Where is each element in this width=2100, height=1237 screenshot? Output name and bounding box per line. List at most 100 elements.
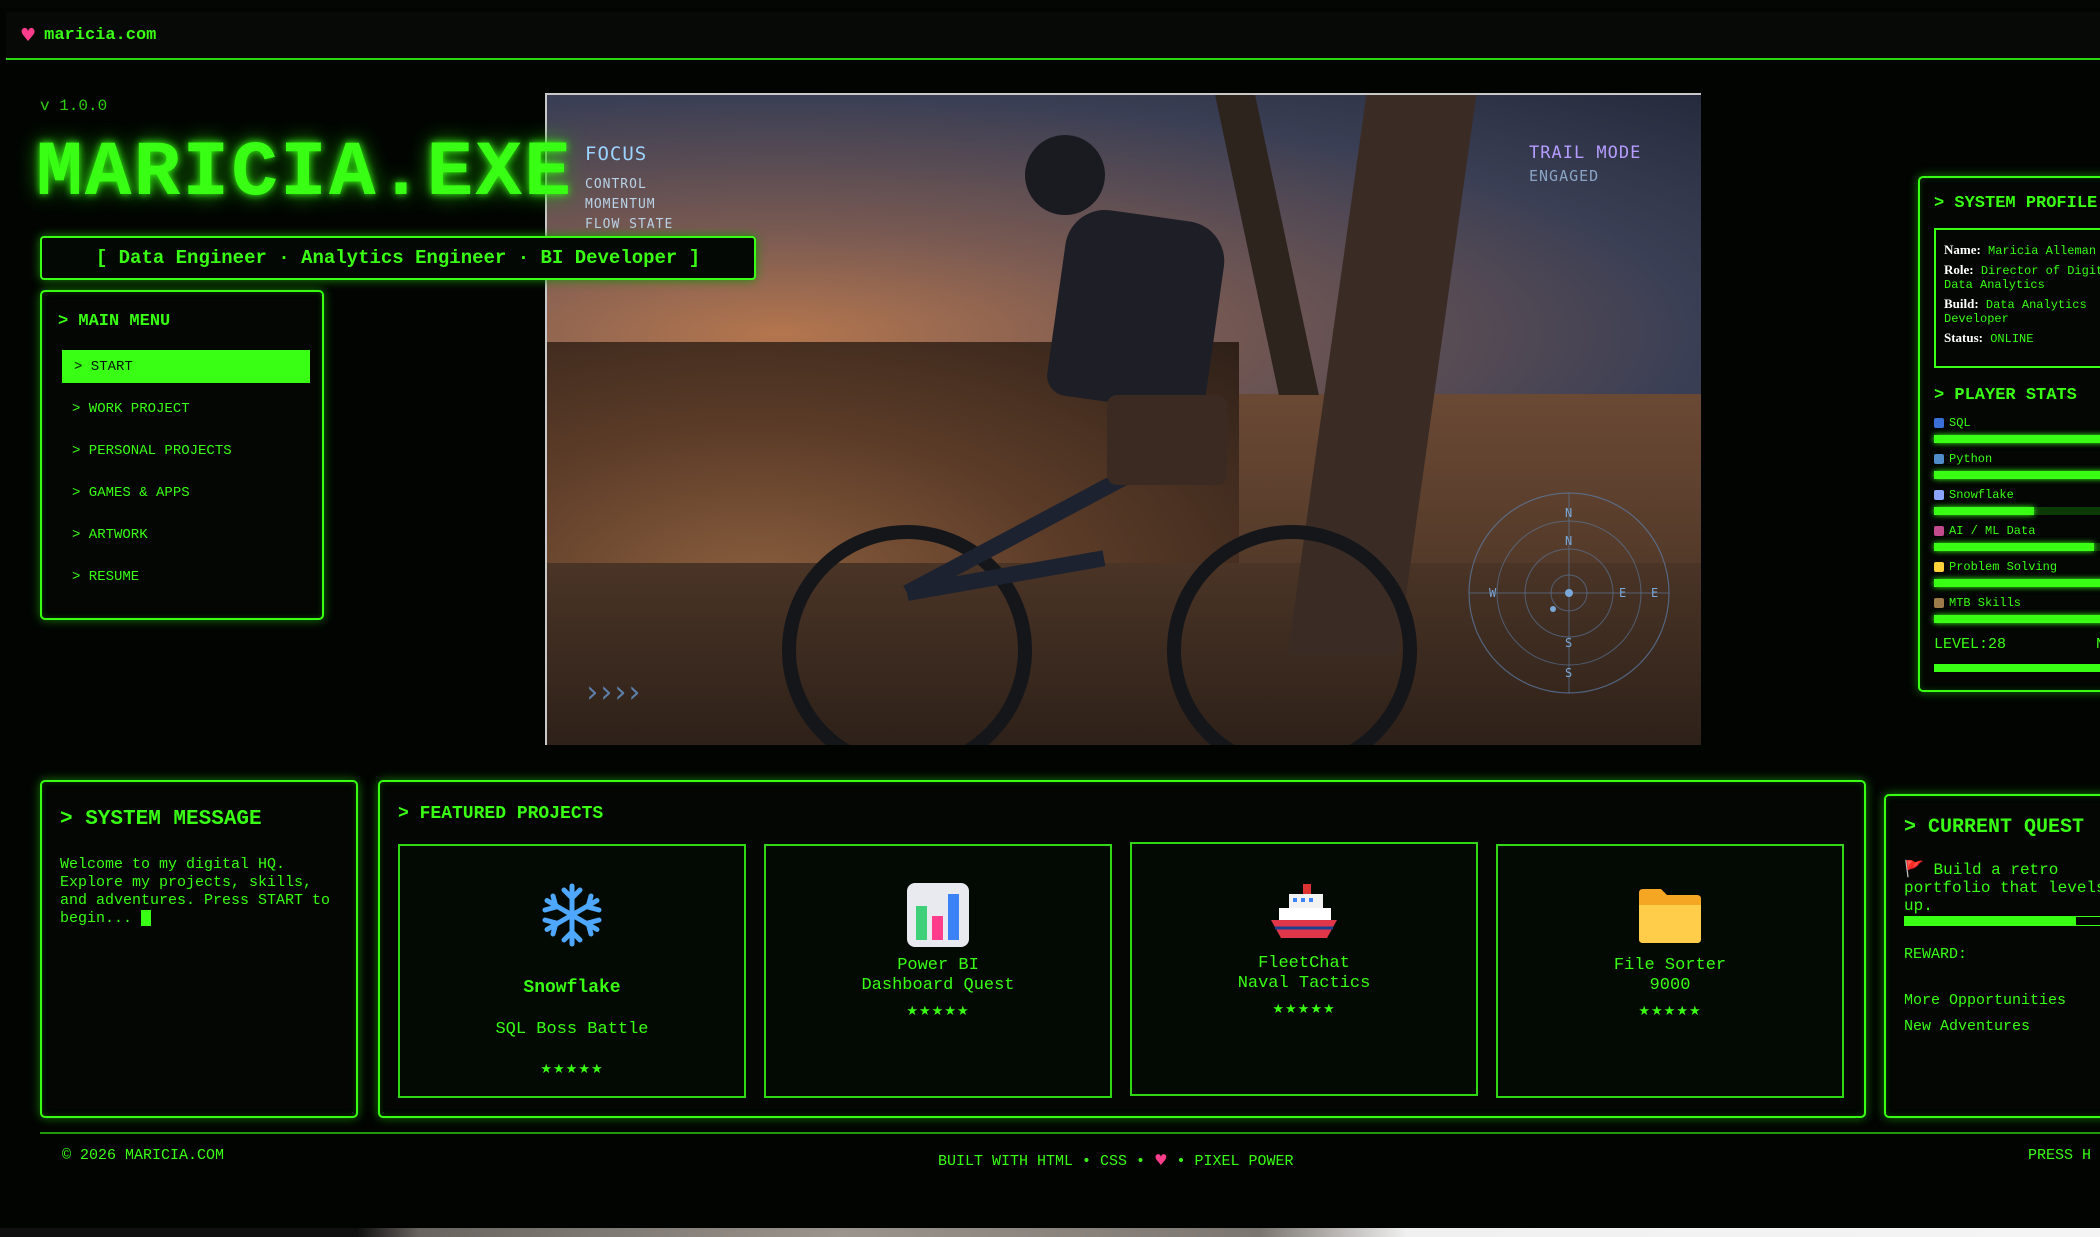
project-title: Snowflake (523, 978, 621, 998)
profile-build-value: Data Analytics (1985, 298, 2087, 312)
menu-item-resume[interactable]: > RESUME (62, 560, 310, 593)
stat-label: MTB Skills (1934, 596, 2100, 610)
hud-momentum: MOMENTUM (585, 197, 656, 212)
blinking-cursor (141, 910, 152, 927)
hud-trail-mode: TRAIL MODE (1529, 143, 1642, 163)
site-logo[interactable]: MARICIA.EXE (36, 130, 573, 218)
copyright: © 2026 MARICIA.COM (62, 1147, 225, 1164)
project-subtitle: SQL Boss Battle (495, 1020, 649, 1039)
project-card-fleetchat[interactable]: FleetChat Naval Tactics ★★★★★ (1130, 842, 1478, 1096)
level-value: LEVEL:28 (1934, 636, 2007, 653)
featured-projects-title: > FEATURED PROJECTS (398, 804, 604, 824)
profile-build-key: Build: (1944, 296, 1979, 311)
hud-flow-state: FLOW STATE (585, 217, 674, 232)
stat-label: Python (1934, 452, 2100, 466)
press-h-hint: PRESS H (2028, 1147, 2092, 1164)
browser-bar: ♥ maricia.com (6, 12, 2100, 60)
project-rating: ★★★★★ (906, 1004, 970, 1019)
compass-n2: N (1565, 534, 1572, 548)
stat-bar-fill (1934, 507, 2034, 515)
project-card-snowflake[interactable]: Snowflake SQL Boss Battle ★★★★★ (398, 844, 746, 1098)
flag-icon: 🚩 (1904, 859, 1924, 878)
footer-divider (40, 1132, 2100, 1134)
system-profile-title: > SYSTEM PROFILE (1934, 194, 2098, 213)
quest-progress-fill (1905, 917, 2076, 925)
heart-icon: ♥ (20, 24, 37, 46)
compass-s: S (1565, 636, 1572, 650)
hero-image: FOCUS CONTROL MOMENTUM FLOW STATE TRAIL … (545, 93, 1701, 745)
stat-bar (1934, 615, 2100, 623)
project-subtitle: 9000 (1649, 976, 1691, 995)
folder-icon (1498, 880, 1842, 950)
stat-sql: SQL (1934, 416, 2100, 443)
stat-icon (1934, 490, 1944, 500)
ship-icon (1132, 878, 1476, 948)
stat-bar-fill (1934, 471, 2100, 479)
main-menu-title: > MAIN MENU (58, 312, 171, 331)
stat-python: Python (1934, 452, 2100, 479)
stat-name: Python (1949, 452, 1993, 466)
menu-item-work-project[interactable]: > WORK PROJECT (62, 392, 310, 425)
stat-icon (1934, 454, 1944, 464)
profile-role-value: Director of Digital (1980, 264, 2100, 278)
profile-build-value-2: Developer (1944, 312, 2009, 326)
project-card-power-bi[interactable]: Power BI Dashboard Quest ★★★★★ (764, 844, 1112, 1098)
stat-bar (1934, 507, 2100, 515)
stat-problem-solving: Problem Solving (1934, 560, 2100, 587)
stat-name: AI / ML Data (1949, 524, 2036, 538)
main-menu: > MAIN MENU > START > WORK PROJECT > PER… (40, 290, 324, 620)
profile-name-value: Maricia Alleman (1988, 244, 2097, 258)
quest-goal: 🚩 Build a retro portfolio that levels up… (1904, 859, 2100, 916)
rider (1044, 204, 1230, 416)
stat-label: AI / ML Data (1934, 524, 2100, 538)
compass-e: E (1619, 586, 1626, 600)
stat-bar-fill (1934, 579, 2100, 587)
quest-progress-bar (1904, 916, 2100, 926)
current-quest-panel: > CURRENT QUEST 🚩 Build a retro portfoli… (1884, 794, 2100, 1118)
stat-name: SQL (1949, 416, 1971, 430)
stat-label: SQL (1934, 416, 2100, 430)
stat-name: Problem Solving (1949, 560, 2058, 574)
stat-bar (1934, 471, 2100, 479)
menu-item-personal-projects[interactable]: > PERSONAL PROJECTS (62, 434, 310, 467)
menu-item-start[interactable]: > START (62, 350, 310, 383)
stat-bar-fill (1934, 543, 2094, 551)
stat-label: Problem Solving (1934, 560, 2100, 574)
project-card-file-sorter[interactable]: File Sorter 9000 ★★★★★ (1496, 844, 1844, 1098)
hud-arrows: ›››› (583, 675, 643, 710)
quest-goal-text: Build a retro portfolio that levels up. (1904, 861, 2100, 915)
stat-name: Snowflake (1949, 488, 2014, 502)
stat-bar-fill (1934, 615, 2100, 623)
menu-item-artwork[interactable]: > ARTWORK (62, 518, 310, 551)
stat-icon (1934, 526, 1944, 536)
level-next: N (2096, 636, 2100, 653)
profile-role-key: Role: (1944, 262, 1974, 277)
project-subtitle: Dashboard Quest (861, 976, 1015, 995)
system-message-title: > SYSTEM MESSAGE (60, 808, 262, 831)
stat-icon (1934, 418, 1944, 428)
hud-control: CONTROL (585, 177, 647, 192)
profile-status-key: Status: (1944, 330, 1984, 345)
built-with: BUILT WITH HTML • CSS • ♥ • PIXEL POWER (938, 1151, 1294, 1170)
bottom-edge (0, 1228, 2100, 1237)
stat-bar-fill (1934, 435, 2100, 443)
menu-item-games-apps[interactable]: > GAMES & APPS (62, 476, 310, 509)
site-url[interactable]: maricia.com (44, 26, 156, 45)
project-rating: ★★★★★ (1272, 1002, 1336, 1017)
featured-projects-panel: > FEATURED PROJECTS Snowflake SQL Boss B… (378, 780, 1866, 1118)
compass-icon: N N S S E E W (1468, 492, 1670, 694)
stat-icon (1934, 562, 1944, 572)
reward-label: REWARD: (1904, 946, 1968, 963)
stat-bar (1934, 579, 2100, 587)
stat-label: Snowflake (1934, 488, 2100, 502)
version-label: v 1.0.0 (40, 97, 108, 115)
project-title: FleetChat (1258, 954, 1350, 973)
stat-snowflake: Snowflake (1934, 488, 2100, 515)
snowflake-icon (400, 880, 744, 950)
project-rating: ★★★★★ (540, 1062, 604, 1077)
stat-ai-ml-data: AI / ML Data (1934, 524, 2100, 551)
bar-chart-icon (766, 880, 1110, 950)
project-subtitle: Naval Tactics (1237, 974, 1371, 993)
reward-item: New Adventures (1904, 1018, 2031, 1035)
helmet (1025, 135, 1105, 215)
